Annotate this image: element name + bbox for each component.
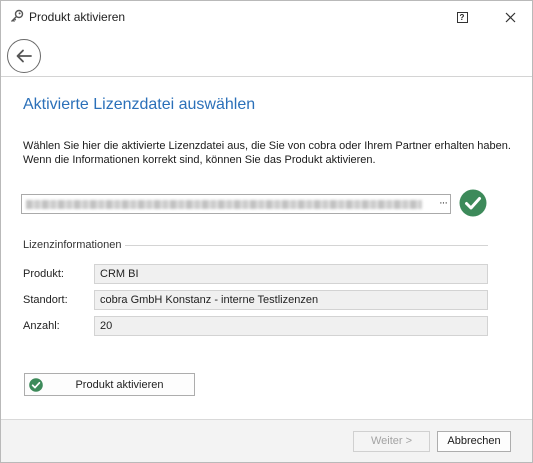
license-file-input[interactable]: ··· xyxy=(21,194,451,214)
help-button[interactable]: ? xyxy=(448,7,476,27)
window-title: Produkt aktivieren xyxy=(29,10,126,24)
license-file-path-blurred xyxy=(26,200,422,209)
close-button[interactable] xyxy=(495,5,525,29)
check-circle-icon xyxy=(459,189,487,217)
activation-dialog: Produkt aktivieren ? Aktivierte Lizenzda… xyxy=(0,0,533,463)
cancel-button[interactable]: Abbrechen xyxy=(437,431,511,452)
product-label: Produkt: xyxy=(23,268,64,280)
location-field: cobra GmbH Konstanz - interne Testlizenz… xyxy=(94,290,488,310)
dialog-footer: Weiter > Abbrechen xyxy=(1,419,532,462)
activate-product-button[interactable]: Produkt aktivieren xyxy=(24,373,195,396)
next-button[interactable]: Weiter > xyxy=(353,431,430,452)
license-info-group-label: Lizenzinformationen xyxy=(23,239,122,251)
arrow-left-icon xyxy=(16,49,32,63)
navigation-toolbar xyxy=(1,33,532,77)
page-description: Wählen Sie hier die aktivierte Lizenzdat… xyxy=(23,140,511,166)
back-button[interactable] xyxy=(7,39,41,73)
browse-button[interactable]: ··· xyxy=(439,197,448,209)
page-title: Aktivierte Lizenzdatei auswählen xyxy=(23,96,256,113)
check-circle-icon xyxy=(29,378,43,392)
title-bar: Produkt aktivieren ? xyxy=(1,1,532,33)
product-field: CRM BI xyxy=(94,264,488,284)
key-icon xyxy=(11,9,24,22)
count-label: Anzahl: xyxy=(23,320,60,332)
help-icon: ? xyxy=(456,11,468,23)
group-divider xyxy=(125,245,488,246)
location-label: Standort: xyxy=(23,294,68,306)
activate-button-label: Produkt aktivieren xyxy=(75,379,164,391)
count-field: 20 xyxy=(94,316,488,336)
close-icon xyxy=(505,12,515,22)
